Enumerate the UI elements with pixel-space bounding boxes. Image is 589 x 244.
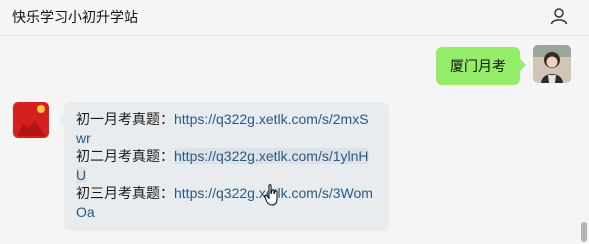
grade-label: 初二月考真题： bbox=[76, 148, 174, 164]
bot-avatar[interactable] bbox=[13, 102, 49, 138]
list-item: 初一月考真题：https://q322g.xetlk.com/s/2mxSwr bbox=[76, 110, 377, 147]
message-list: 厦门月考 初一月考真题：https://q322g.xetlk.com/s/2m… bbox=[0, 36, 589, 244]
list-item: 初三月考真题：https://q322g.xetlk.com/s/3WomOa bbox=[76, 184, 377, 221]
chat-header: 快乐学习小初升学站 bbox=[0, 0, 589, 36]
message-bubble: 初一月考真题：https://q322g.xetlk.com/s/2mxSwr … bbox=[58, 102, 389, 231]
list-item: 初二月考真题：https://q322g.xetlk.com/s/1ylnHU bbox=[76, 147, 377, 184]
person-icon[interactable] bbox=[549, 6, 569, 26]
message-bubble[interactable]: 厦门月考 bbox=[436, 47, 526, 85]
grade-label: 初三月考真题： bbox=[76, 185, 174, 201]
chat-title: 快乐学习小初升学站 bbox=[12, 9, 138, 25]
hand-cursor-icon bbox=[264, 184, 278, 206]
grade-label: 初一月考真题： bbox=[76, 111, 174, 127]
user-avatar[interactable] bbox=[533, 45, 571, 83]
scrollbar-thumb[interactable] bbox=[581, 222, 587, 242]
